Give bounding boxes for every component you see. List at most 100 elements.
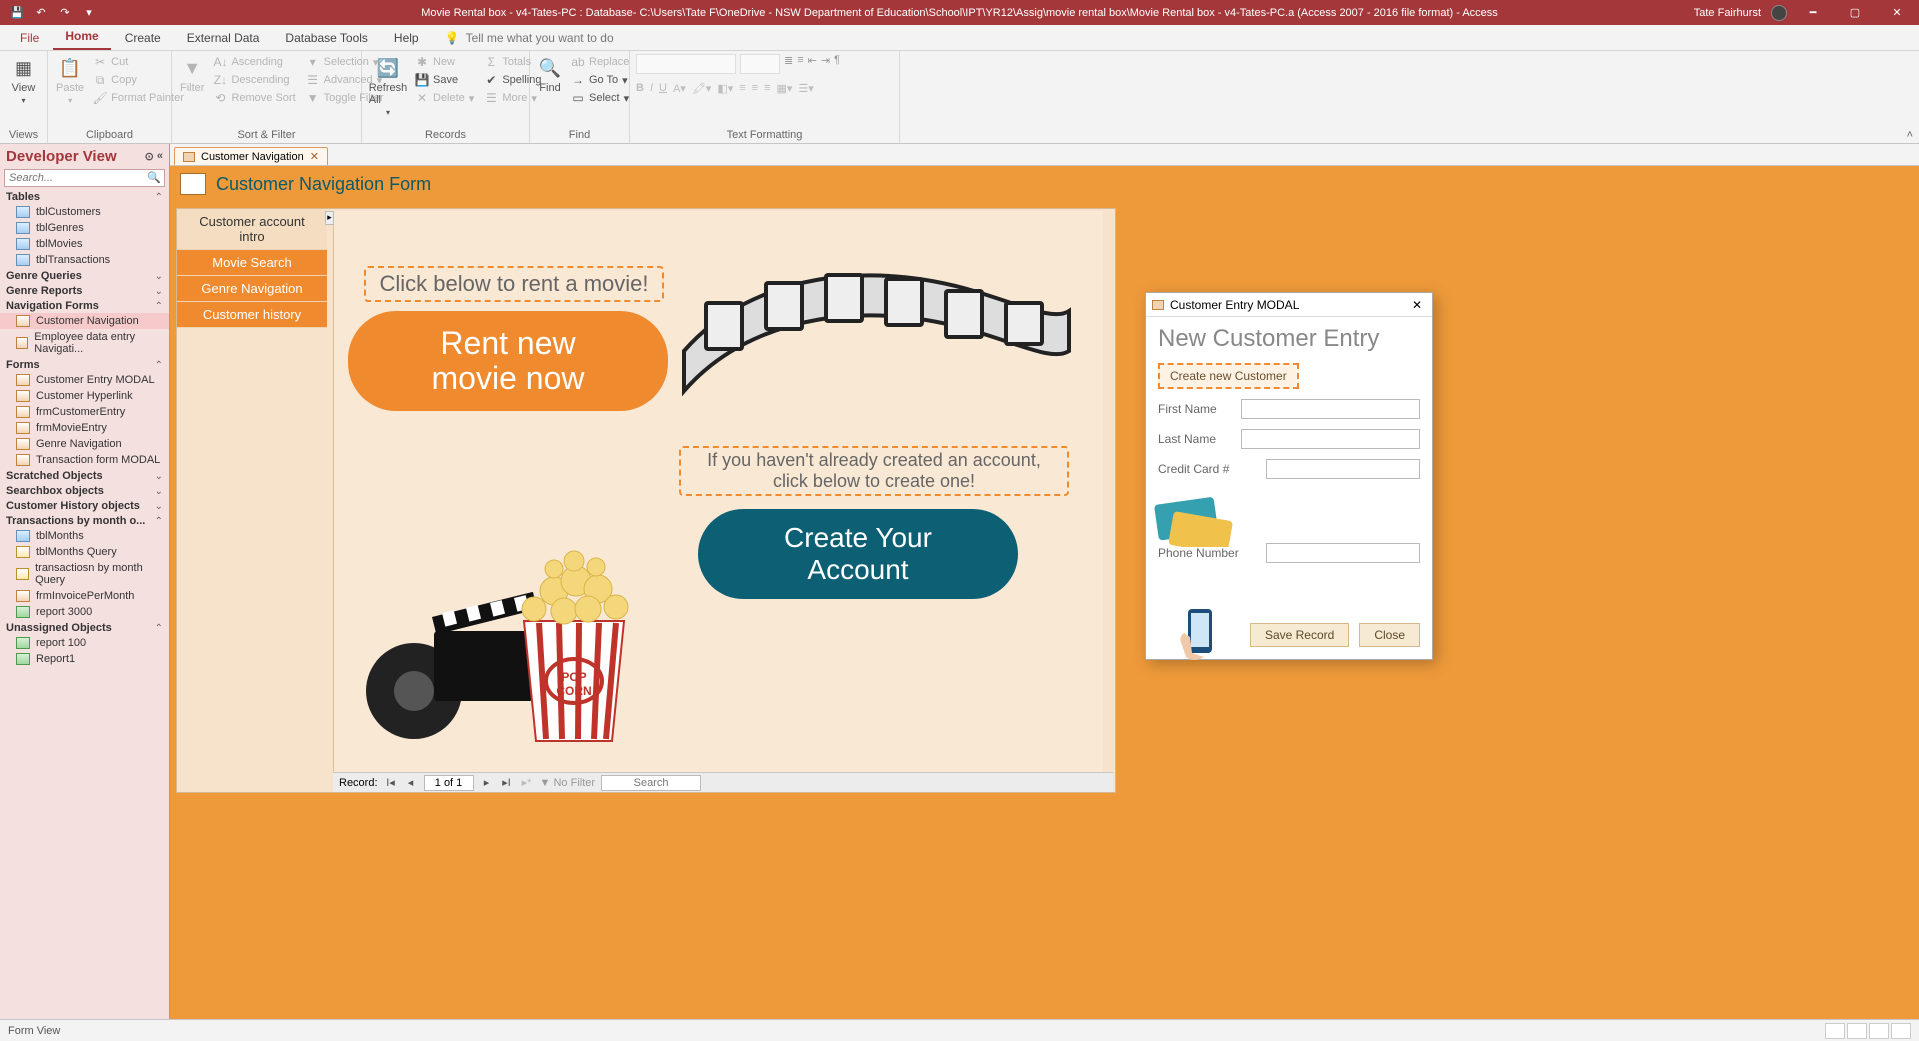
navgroup-unassigned[interactable]: Unassigned Objects⌃ [0, 620, 169, 635]
text-direction-icon[interactable]: ¶ [834, 54, 840, 74]
replace-button[interactable]: abReplace [568, 54, 632, 70]
remove-sort-button[interactable]: ⟲Remove Sort [210, 90, 298, 106]
delete-button[interactable]: ✕Delete▾ [412, 90, 477, 106]
new-record-button-nav[interactable]: ▸* [520, 776, 534, 789]
font-name-combo[interactable] [636, 54, 736, 74]
navitem-customer-entry-modal[interactable]: Customer Entry MODAL [0, 372, 169, 388]
save-record-button[interactable]: 💾Save [412, 72, 477, 88]
align-right-icon[interactable]: ≡ [764, 82, 770, 95]
navitem-genre-navigation[interactable]: Genre Navigation [0, 436, 169, 452]
navitem-transactions-month-query[interactable]: transactiosn by month Query [0, 560, 169, 588]
redo-icon[interactable]: ↷ [56, 4, 74, 22]
undo-icon[interactable]: ↶ [32, 4, 50, 22]
record-position-input[interactable] [424, 775, 474, 791]
user-name[interactable]: Tate Fairhurst [1694, 7, 1761, 19]
next-record-button[interactable]: ▸ [480, 776, 494, 789]
refresh-all-button[interactable]: 🔄Refresh All▾ [368, 54, 408, 119]
navitem-tblcustomers[interactable]: tblCustomers [0, 204, 169, 220]
form-view-button[interactable] [1825, 1023, 1845, 1039]
navgroup-customer-history[interactable]: Customer History objects⌄ [0, 498, 169, 513]
modal-close-icon[interactable]: ✕ [1408, 296, 1426, 314]
select-button[interactable]: ▭Select▾ [568, 90, 632, 106]
numbering-icon[interactable]: ≡ [797, 54, 803, 74]
nav-search-input[interactable] [4, 169, 165, 187]
filter-button[interactable]: ▼Filter [178, 54, 206, 96]
indent-left-icon[interactable]: ⇤ [808, 54, 817, 74]
gridlines-icon[interactable]: ▦▾ [777, 82, 793, 95]
align-left-icon[interactable]: ≡ [739, 82, 745, 95]
subnav-customer-history[interactable]: Customer history [177, 302, 327, 328]
nav-collapse-icon[interactable]: « [157, 150, 163, 163]
datasheet-view-button[interactable] [1847, 1023, 1867, 1039]
navgroup-transactions-month[interactable]: Transactions by month o...⌃ [0, 513, 169, 528]
navitem-tblmonths-query[interactable]: tblMonths Query [0, 544, 169, 560]
minimize-button[interactable]: ━ [1797, 0, 1829, 25]
navitem-customer-hyperlink[interactable]: Customer Hyperlink [0, 388, 169, 404]
user-avatar-icon[interactable] [1771, 5, 1787, 21]
modal-save-button[interactable]: Save Record [1250, 623, 1349, 647]
create-account-button[interactable]: Create YourAccount [698, 509, 1018, 599]
qat-customize-icon[interactable]: ▾ [80, 4, 98, 22]
goto-button[interactable]: →Go To▾ [568, 72, 632, 88]
paste-button[interactable]: 📋Paste▾ [54, 54, 86, 107]
collapse-ribbon-icon[interactable]: ˄ [1907, 129, 1913, 141]
nav-dropdown-icon[interactable]: ⊙ [145, 150, 154, 163]
tab-database-tools[interactable]: Database Tools [273, 26, 380, 50]
alt-row-icon[interactable]: ☰▾ [798, 82, 813, 95]
bold-button[interactable]: B [636, 82, 644, 95]
nav-pane-title[interactable]: Developer View [6, 148, 117, 165]
tab-home[interactable]: Home [53, 24, 110, 50]
indent-right-icon[interactable]: ⇥ [821, 54, 830, 74]
tab-external-data[interactable]: External Data [175, 26, 272, 50]
modal-titlebar[interactable]: Customer Entry MODAL ✕ [1146, 293, 1432, 317]
subnav-account-intro[interactable]: Customer account intro [177, 209, 327, 250]
font-size-combo[interactable] [740, 54, 780, 74]
tab-help[interactable]: Help [382, 26, 431, 50]
new-record-button[interactable]: ✱New [412, 54, 477, 70]
underline-button[interactable]: U [659, 82, 667, 95]
nav-search[interactable]: 🔍 [4, 169, 165, 187]
last-record-button[interactable]: ▸I [500, 776, 514, 789]
tab-create[interactable]: Create [113, 26, 173, 50]
design-view-button[interactable] [1891, 1023, 1911, 1039]
navitem-frminvoicepermonth[interactable]: frmInvoicePerMonth [0, 588, 169, 604]
navitem-tblmonths[interactable]: tblMonths [0, 528, 169, 544]
align-center-icon[interactable]: ≡ [752, 82, 758, 95]
navitem-employee-navigation[interactable]: Employee data entry Navigati... [0, 329, 169, 357]
no-filter-label[interactable]: ▼ No Filter [540, 777, 596, 789]
navgroup-tables[interactable]: Tables⌃ [0, 189, 169, 204]
subnav-genre-navigation[interactable]: Genre Navigation [177, 276, 327, 302]
record-search-input[interactable] [601, 775, 701, 791]
navgroup-searchbox[interactable]: Searchbox objects⌄ [0, 483, 169, 498]
find-button[interactable]: 🔍Find [536, 54, 564, 96]
navitem-tbltransactions[interactable]: tblTransactions [0, 252, 169, 268]
subnav-movie-search[interactable]: Movie Search [177, 250, 327, 276]
modal-close-button[interactable]: Close [1359, 623, 1420, 647]
navitem-report-3000[interactable]: report 3000 [0, 604, 169, 620]
search-icon[interactable]: 🔍 [147, 171, 161, 184]
navitem-report-100[interactable]: report 100 [0, 635, 169, 651]
phone-input[interactable] [1266, 543, 1420, 563]
save-icon[interactable]: 💾 [8, 4, 26, 22]
close-tab-icon[interactable]: ✕ [310, 150, 319, 163]
first-name-input[interactable] [1241, 399, 1420, 419]
layout-view-button[interactable] [1869, 1023, 1889, 1039]
navitem-report1[interactable]: Report1 [0, 651, 169, 667]
bullets-icon[interactable]: ≣ [784, 54, 793, 74]
navgroup-genre-queries[interactable]: Genre Queries⌄ [0, 268, 169, 283]
create-new-customer-button[interactable]: Create new Customer [1158, 363, 1299, 389]
navitem-customer-navigation[interactable]: Customer Navigation [0, 313, 169, 329]
navgroup-genre-reports[interactable]: Genre Reports⌄ [0, 283, 169, 298]
record-selector-icon[interactable]: ▸ [325, 211, 334, 225]
descending-button[interactable]: Z↓Descending [210, 72, 298, 88]
rent-new-movie-button[interactable]: Rent newmovie now [348, 311, 668, 411]
tab-file[interactable]: File [8, 26, 51, 50]
italic-button[interactable]: I [650, 82, 653, 95]
navgroup-forms[interactable]: Forms⌃ [0, 357, 169, 372]
view-button[interactable]: ▦View▾ [6, 54, 41, 107]
credit-card-input[interactable] [1266, 459, 1420, 479]
navitem-tblgenres[interactable]: tblGenres [0, 220, 169, 236]
tell-me-box[interactable]: 💡 Tell me what you want to do [445, 31, 614, 50]
navgroup-scratched[interactable]: Scratched Objects⌄ [0, 468, 169, 483]
prev-record-button[interactable]: ◂ [404, 776, 418, 789]
